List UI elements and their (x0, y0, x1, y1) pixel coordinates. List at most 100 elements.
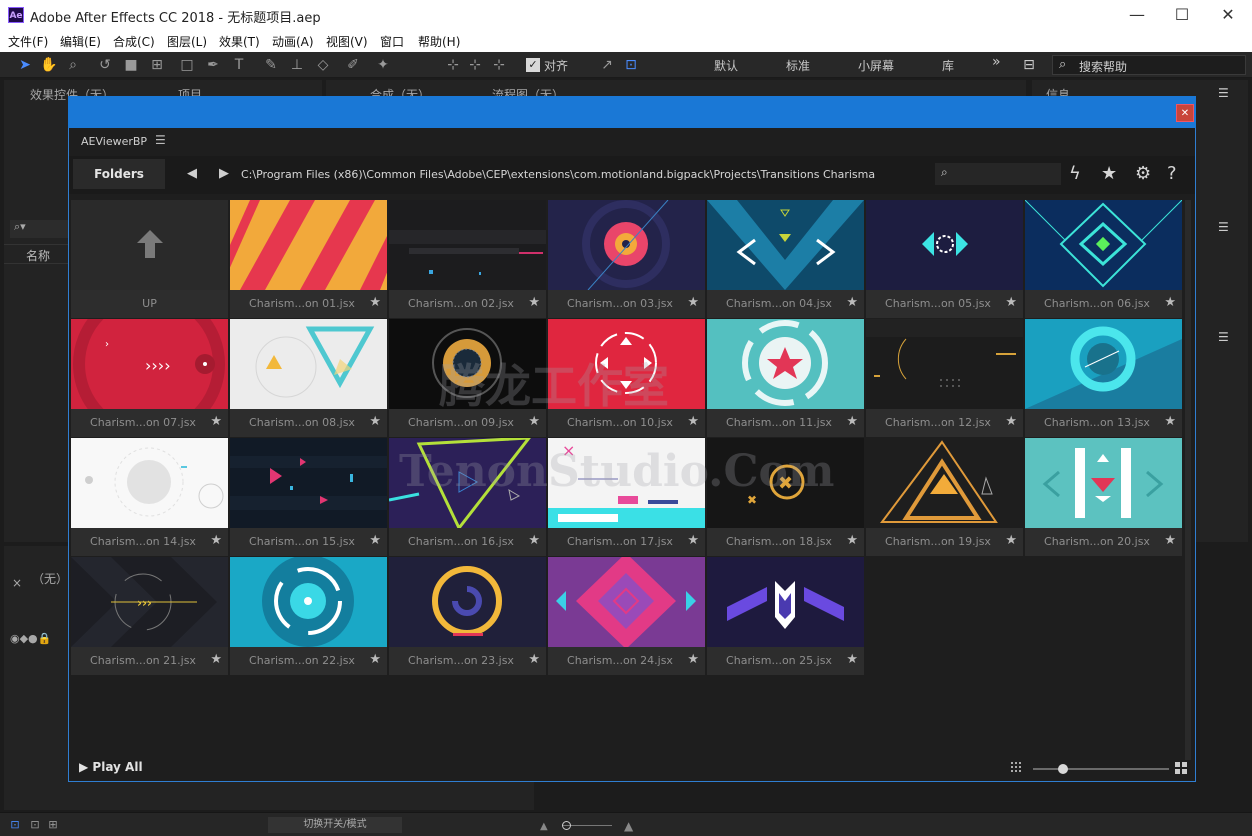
menu-layer[interactable]: 图层(L) (167, 33, 207, 50)
slider-handle[interactable] (1058, 764, 1068, 774)
thumbnail-item-10[interactable]: Charism...on 10.jsx ★ (548, 319, 705, 437)
snap-options-icon[interactable]: ⊡ (622, 56, 640, 74)
thumbnail-item-03[interactable]: Charism...on 03.jsx ★ (548, 200, 705, 318)
timeline-close-icon[interactable]: × (12, 576, 22, 590)
workspace-libraries[interactable]: 库 (942, 57, 954, 74)
favorites-star-icon[interactable]: ★ (1101, 164, 1117, 184)
timeline-zoom-handle[interactable] (562, 821, 571, 830)
thumbnail-item-07[interactable]: ›››› › Charism...on 07.jsx ★ (71, 319, 228, 437)
zoom-out-icon[interactable]: ▲ (540, 821, 548, 832)
workspace-standard[interactable]: 标准 (786, 57, 810, 74)
rotate-tool-icon[interactable]: ↺ (96, 56, 114, 74)
back-arrow-icon[interactable]: ◀ (187, 166, 197, 181)
pen-tool-icon[interactable]: ✒ (204, 56, 222, 74)
favorite-star-icon[interactable]: ★ (846, 652, 858, 667)
favorite-star-icon[interactable]: ★ (1164, 414, 1176, 429)
menu-window[interactable]: 窗口 (380, 33, 404, 50)
selection-tool-icon[interactable]: ➤ (16, 56, 34, 74)
favorite-star-icon[interactable]: ★ (687, 295, 699, 310)
thumbnail-item-13[interactable]: Charism...on 13.jsx ★ (1025, 319, 1182, 437)
menu-composition[interactable]: 合成(C) (113, 33, 155, 50)
thumbnail-item-12[interactable]: Charism...on 12.jsx ★ (866, 319, 1023, 437)
favorite-star-icon[interactable]: ★ (846, 295, 858, 310)
name-column-header[interactable]: 名称 (26, 247, 50, 264)
zoom-tool-icon[interactable]: ⌕ (64, 56, 82, 74)
graph-toggle-icon[interactable]: ⊞ (44, 816, 62, 834)
sync-settings-icon[interactable]: ⊟ (1020, 56, 1038, 74)
menu-edit[interactable]: 编辑(E) (60, 33, 101, 50)
favorite-star-icon[interactable]: ★ (210, 414, 222, 429)
thumbnail-item-16[interactable]: Charism...on 16.jsx ★ (389, 438, 546, 556)
bolt-icon[interactable]: ϟ (1069, 164, 1081, 184)
thumbnail-item-11[interactable]: Charism...on 11.jsx ★ (707, 319, 864, 437)
thumbnail-size-slider[interactable] (1033, 764, 1169, 774)
favorite-star-icon[interactable]: ★ (1005, 414, 1017, 429)
thumbnail-item-08[interactable]: Charism...on 08.jsx ★ (230, 319, 387, 437)
favorite-star-icon[interactable]: ★ (1164, 533, 1176, 548)
zoom-in-icon[interactable]: ▲ (624, 819, 633, 833)
workspace-small-screen[interactable]: 小屏幕 (858, 57, 894, 74)
camera-tool-icon[interactable]: ■ (122, 56, 140, 74)
hand-tool-icon[interactable]: ✋ (40, 56, 58, 74)
layer-toggle-icon[interactable]: ⊡ (26, 816, 44, 834)
favorite-star-icon[interactable]: ★ (1164, 295, 1176, 310)
favorite-star-icon[interactable]: ★ (369, 295, 381, 310)
timeline-switches-icon[interactable]: ◉◆●🔒 (10, 632, 51, 645)
up-folder-tile[interactable]: UP (71, 200, 228, 318)
grid-scrollbar[interactable] (1185, 200, 1191, 760)
favorite-star-icon[interactable]: ★ (528, 652, 540, 667)
help-question-icon[interactable]: ? (1167, 164, 1177, 184)
thumbnail-item-20[interactable]: Charism...on 20.jsx ★ (1025, 438, 1182, 556)
favorite-star-icon[interactable]: ★ (846, 414, 858, 429)
viewer-search-input[interactable]: ⌕ (935, 163, 1061, 185)
favorite-star-icon[interactable]: ★ (210, 533, 222, 548)
world-axis-icon[interactable]: ⊹ (466, 56, 484, 74)
menu-help[interactable]: 帮助(H) (418, 33, 460, 50)
align-checkbox[interactable]: ✓ (526, 58, 540, 72)
thumbnail-item-21[interactable]: ››› Charism...on 21.jsx ★ (71, 557, 228, 675)
thumbnail-item-06[interactable]: Charism...on 06.jsx ★ (1025, 200, 1182, 318)
puppet-tool-icon[interactable]: ✦ (374, 56, 392, 74)
thumbnail-item-01[interactable]: Charism...on 01.jsx ★ (230, 200, 387, 318)
viewer-close-button[interactable]: ✕ (1176, 104, 1194, 122)
panel-menu-icon-2[interactable]: ☰ (1218, 330, 1229, 344)
type-tool-icon[interactable]: T (230, 56, 248, 74)
workspace-default[interactable]: 默认 (714, 57, 738, 74)
play-all-button[interactable]: ▶ Play All (79, 760, 143, 774)
eraser-tool-icon[interactable]: ◇ (314, 56, 332, 74)
info-panel-menu-icon[interactable]: ☰ (1218, 86, 1229, 100)
favorite-star-icon[interactable]: ★ (687, 533, 699, 548)
pan-behind-tool-icon[interactable]: ⊞ (148, 56, 166, 74)
favorite-star-icon[interactable]: ★ (528, 414, 540, 429)
viewer-menu-icon[interactable]: ☰ (155, 133, 166, 147)
timeline-zoom-slider[interactable] (562, 821, 612, 830)
thumbnail-item-05[interactable]: Charism...on 05.jsx ★ (866, 200, 1023, 318)
menu-view[interactable]: 视图(V) (326, 33, 368, 50)
thumbnail-item-14[interactable]: Charism...on 14.jsx ★ (71, 438, 228, 556)
maximize-button[interactable]: ☐ (1167, 4, 1197, 26)
favorite-star-icon[interactable]: ★ (528, 295, 540, 310)
roto-brush-tool-icon[interactable]: ✐ (344, 56, 362, 74)
favorite-star-icon[interactable]: ★ (369, 533, 381, 548)
brush-tool-icon[interactable]: ✎ (262, 56, 280, 74)
workspace-more-icon[interactable]: » (992, 54, 1001, 70)
panel-menu-icon[interactable]: ☰ (1218, 220, 1229, 234)
thumbnail-item-19[interactable]: Charism...on 19.jsx ★ (866, 438, 1023, 556)
favorite-star-icon[interactable]: ★ (846, 533, 858, 548)
forward-arrow-icon[interactable]: ▶ (219, 166, 229, 181)
local-axis-icon[interactable]: ⊹ (444, 56, 462, 74)
window-close-button[interactable]: ✕ (1213, 4, 1243, 26)
thumbnail-item-18[interactable]: ✖ ✖ Charism...on 18.jsx ★ (707, 438, 864, 556)
rectangle-tool-icon[interactable]: □ (178, 56, 196, 74)
thumbnail-item-22[interactable]: Charism...on 22.jsx ★ (230, 557, 387, 675)
settings-gear-icon[interactable]: ⚙ (1135, 164, 1151, 184)
menu-animation[interactable]: 动画(A) (272, 33, 314, 50)
favorite-star-icon[interactable]: ★ (1005, 533, 1017, 548)
project-search-icon[interactable]: ⌕▾ (10, 220, 68, 238)
thumbnail-item-15[interactable]: Charism...on 15.jsx ★ (230, 438, 387, 556)
thumbnail-item-09[interactable]: Charism...on 09.jsx ★ (389, 319, 546, 437)
menu-effect[interactable]: 效果(T) (219, 33, 260, 50)
favorite-star-icon[interactable]: ★ (687, 414, 699, 429)
thumbnail-item-24[interactable]: Charism...on 24.jsx ★ (548, 557, 705, 675)
timeline-toggle-icon[interactable]: ⊡ (6, 816, 24, 834)
